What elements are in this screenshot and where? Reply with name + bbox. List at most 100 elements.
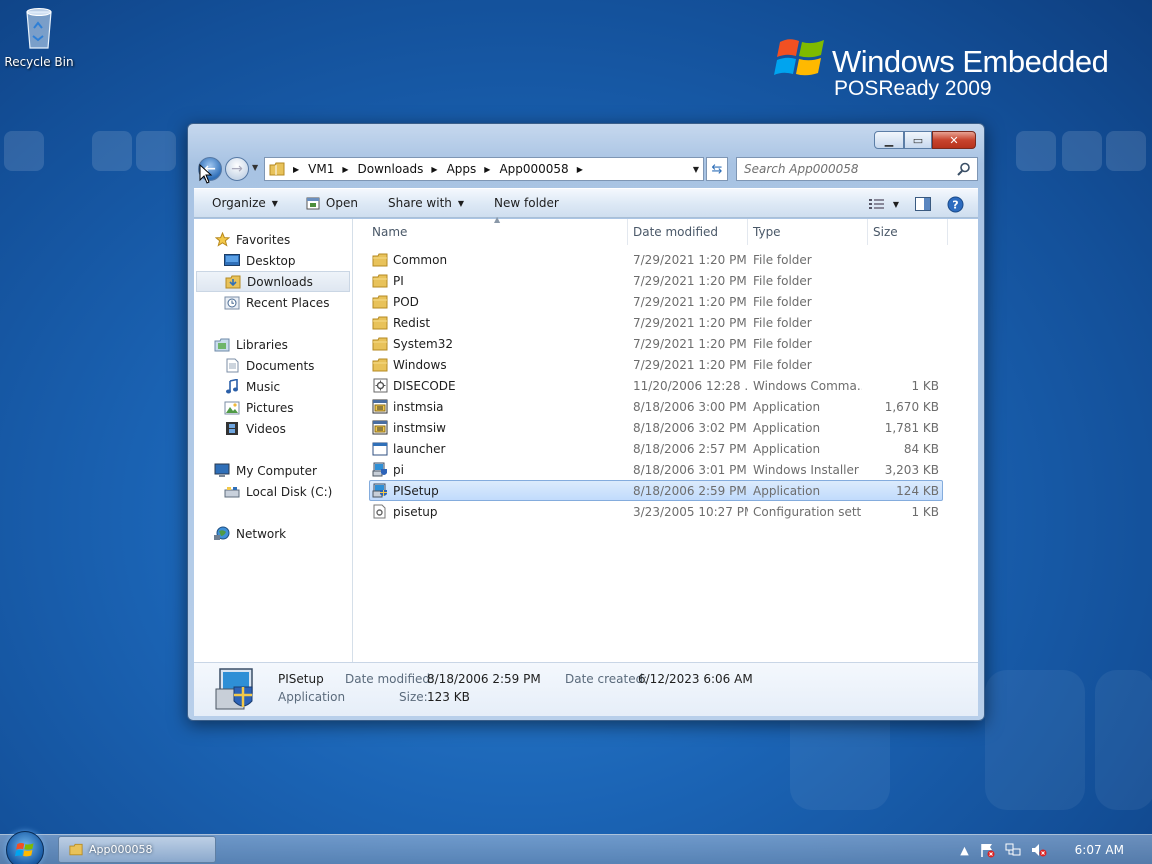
search-box[interactable] xyxy=(736,157,978,181)
file-row[interactable]: pi 8/18/2006 3:01 PM Windows Installer ...… xyxy=(354,459,978,480)
recent-pages-dropdown[interactable]: ▼ xyxy=(252,163,258,172)
file-row[interactable]: System32 7/29/2021 1:20 PM File folder xyxy=(354,333,978,354)
desktop-tile xyxy=(1016,131,1056,171)
file-date: 8/18/2006 3:01 PM xyxy=(633,462,747,477)
nav-downloads[interactable]: Downloads xyxy=(196,271,350,292)
file-row[interactable]: DISECODE 11/20/2006 12:28 ... Windows Comm… xyxy=(354,375,978,396)
column-date-modified[interactable]: Date modified xyxy=(628,219,748,245)
chevron-right-icon[interactable]: ▶ xyxy=(293,165,299,174)
recycle-bin-label: Recycle Bin xyxy=(4,55,74,69)
close-button[interactable]: ✕ xyxy=(932,131,976,149)
minimize-button[interactable]: ▁ xyxy=(874,131,904,149)
file-row[interactable]: instmsia 8/18/2006 3:00 PM Application 1,67… xyxy=(354,396,978,417)
nav-favorites-label: Favorites xyxy=(236,232,291,247)
nav-libraries[interactable]: Libraries xyxy=(194,334,352,355)
organize-button[interactable]: Organize ▼ xyxy=(212,196,278,210)
nav-documents-label: Documents xyxy=(246,358,315,373)
address-bar[interactable]: ▶ VM1 ▶ Downloads ▶ Apps ▶ App000058 ▶ ▼ xyxy=(264,157,704,181)
file-row[interactable]: POD 7/29/2021 1:20 PM File folder xyxy=(354,291,978,312)
file-name: pi xyxy=(393,462,404,477)
column-size[interactable]: Size xyxy=(868,219,948,245)
new-folder-label: New folder xyxy=(494,196,559,210)
preview-pane-button[interactable] xyxy=(915,197,931,211)
nav-videos[interactable]: Videos xyxy=(194,418,352,439)
column-date-modified-label: Date modified xyxy=(633,225,719,239)
nav-network[interactable]: Network xyxy=(194,523,352,544)
breadcrumb-apps[interactable]: Apps xyxy=(447,162,477,176)
windows-flag-icon xyxy=(774,39,824,76)
file-row[interactable]: launcher 8/18/2006 2:57 PM Application 84 K… xyxy=(354,438,978,459)
new-folder-button[interactable]: New folder xyxy=(494,196,559,210)
file-name: instmsiw xyxy=(393,420,446,435)
breadcrumb-app000058[interactable]: App000058 xyxy=(499,162,568,176)
file-name-cell[interactable]: instmsia xyxy=(372,396,612,417)
change-view-button[interactable]: ▼ xyxy=(868,198,899,210)
column-type[interactable]: Type xyxy=(748,219,868,245)
refresh-button[interactable]: ⇆ xyxy=(706,157,728,181)
file-name-cell[interactable]: pisetup xyxy=(372,501,612,522)
action-center-flag-icon[interactable] xyxy=(979,842,995,858)
file-row[interactable]: Common 7/29/2021 1:20 PM File folder xyxy=(354,249,978,270)
forward-button[interactable]: → xyxy=(225,157,249,181)
file-row[interactable]: Redist 7/29/2021 1:20 PM File folder xyxy=(354,312,978,333)
nav-recent-places[interactable]: Recent Places xyxy=(194,292,352,313)
file-date: 8/18/2006 2:59 PM xyxy=(633,483,747,498)
file-name-cell[interactable]: Windows xyxy=(372,354,612,375)
file-type: Windows Installer ... xyxy=(753,462,862,477)
chevron-right-icon[interactable]: ▶ xyxy=(342,165,348,174)
pictures-icon xyxy=(224,400,240,416)
file-name-cell[interactable]: System32 xyxy=(372,333,612,354)
breadcrumb-vm1[interactable]: VM1 xyxy=(308,162,334,176)
nav-my-computer[interactable]: My Computer xyxy=(194,460,352,481)
show-hidden-icons-button[interactable]: ▲ xyxy=(960,844,968,857)
address-dropdown-icon[interactable]: ▼ xyxy=(693,165,699,174)
column-type-label: Type xyxy=(753,225,781,239)
file-row[interactable]: instmsiw 8/18/2006 3:02 PM Application 1,78… xyxy=(354,417,978,438)
nav-favorites[interactable]: Favorites xyxy=(194,229,352,250)
file-name-cell[interactable]: pi xyxy=(372,459,612,480)
file-name-cell[interactable]: instmsiw xyxy=(372,417,612,438)
details-date-modified-label: Date modified: xyxy=(345,672,435,686)
file-name-cell[interactable]: POD xyxy=(372,291,612,312)
desktop-tile xyxy=(985,670,1085,810)
chevron-right-icon[interactable]: ▶ xyxy=(577,165,583,174)
file-name-cell[interactable]: Common xyxy=(372,249,612,270)
folder-icon xyxy=(372,252,388,268)
recycle-bin[interactable]: Recycle Bin xyxy=(4,6,74,69)
nav-desktop[interactable]: Desktop xyxy=(194,250,352,271)
file-name-cell[interactable]: launcher xyxy=(372,438,612,459)
nav-my-computer-label: My Computer xyxy=(236,463,317,478)
taskbar-app-button[interactable]: App000058 xyxy=(58,836,216,863)
file-row[interactable]: pisetup 3/23/2005 10:27 PM Configuration s… xyxy=(354,501,978,522)
file-name-cell[interactable]: Redist xyxy=(372,312,612,333)
column-name[interactable]: Name xyxy=(367,219,628,245)
maximize-button[interactable]: ▭ xyxy=(904,131,932,149)
nav-documents[interactable]: Documents xyxy=(194,355,352,376)
start-button[interactable] xyxy=(6,831,44,864)
help-button[interactable]: ? xyxy=(947,196,964,213)
search-input[interactable] xyxy=(737,158,947,180)
breadcrumb-downloads[interactable]: Downloads xyxy=(358,162,424,176)
nav-pictures[interactable]: Pictures xyxy=(194,397,352,418)
brand-title: Windows Embedded xyxy=(832,44,1109,79)
open-button[interactable]: Open xyxy=(306,196,358,210)
volume-muted-icon[interactable] xyxy=(1031,842,1047,858)
brand-subtitle: POSReady 2009 xyxy=(834,77,992,100)
clock[interactable]: 6:07 AM xyxy=(1075,843,1124,857)
chevron-right-icon[interactable]: ▶ xyxy=(431,165,437,174)
file-row[interactable]: PI 7/29/2021 1:20 PM File folder xyxy=(354,270,978,291)
nav-pictures-label: Pictures xyxy=(246,400,294,415)
nav-music[interactable]: Music xyxy=(194,376,352,397)
file-row[interactable]: Windows 7/29/2021 1:20 PM File folder xyxy=(354,354,978,375)
file-name-cell[interactable]: DISECODE xyxy=(372,375,612,396)
forward-arrow-icon: → xyxy=(231,161,243,177)
network-status-icon[interactable] xyxy=(1005,842,1021,858)
file-name-cell[interactable]: PISetup xyxy=(372,480,612,501)
file-row[interactable]: PISetup 8/18/2006 2:59 PM Application 124 K… xyxy=(354,480,978,501)
share-with-button[interactable]: Share with ▼ xyxy=(388,196,464,210)
chevron-right-icon[interactable]: ▶ xyxy=(484,165,490,174)
search-icon[interactable] xyxy=(957,162,971,176)
nav-local-disk[interactable]: Local Disk (C:) xyxy=(194,481,352,502)
application-window-icon xyxy=(372,441,388,457)
file-name-cell[interactable]: PI xyxy=(372,270,612,291)
